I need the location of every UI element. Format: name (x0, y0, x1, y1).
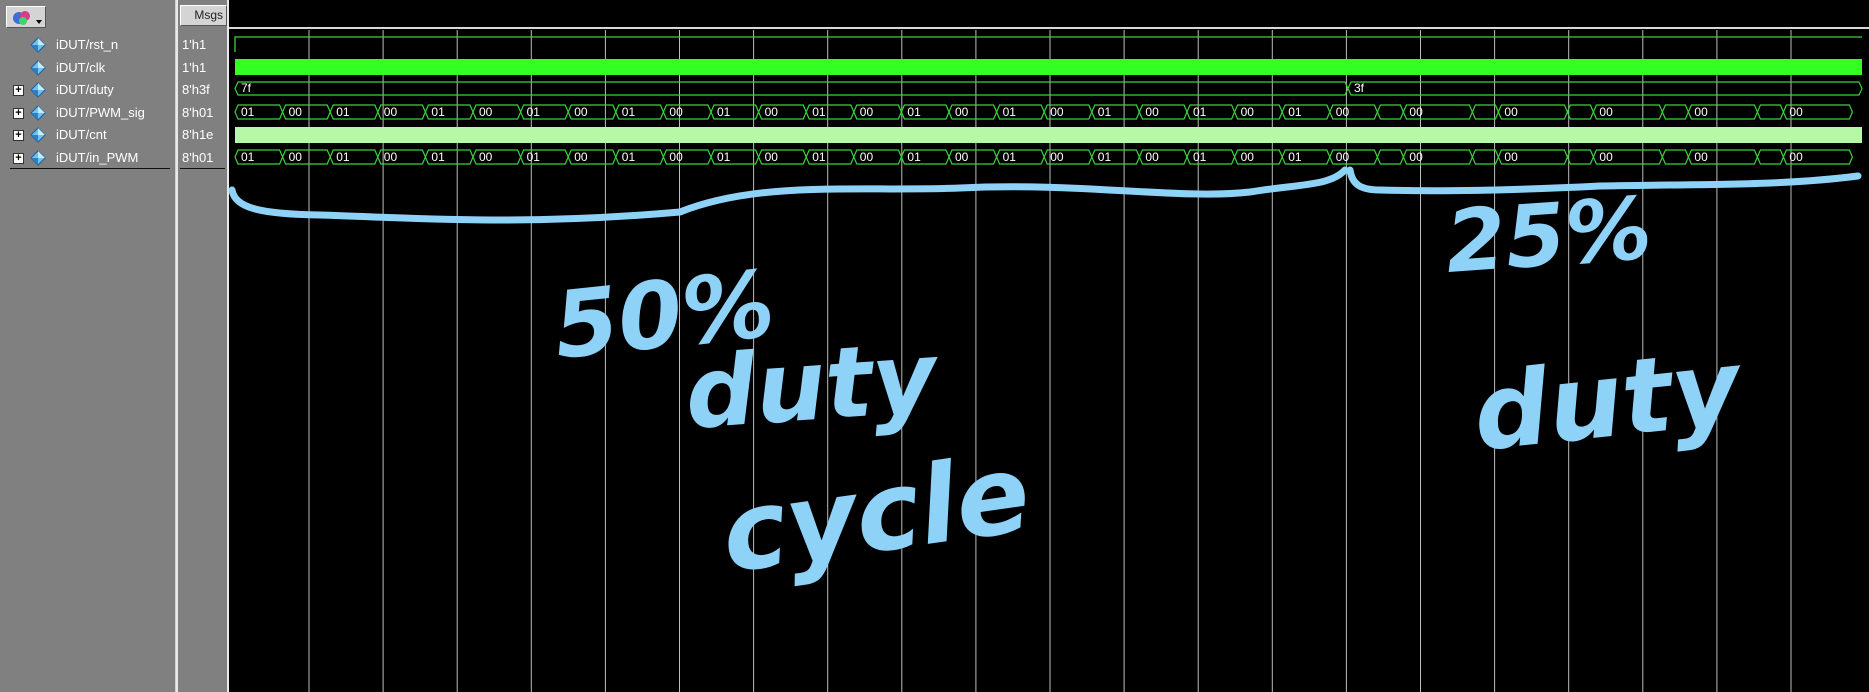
annotation-25-percent: 25% (1442, 179, 1654, 293)
annotation-duty-left: duty (682, 320, 944, 451)
annotation-duty-right: duty (1468, 325, 1749, 475)
brace-left (228, 166, 1349, 224)
annotation-cycle: cycle (714, 431, 1037, 598)
handwritten-annotations: 50%dutycycle25%duty (228, 166, 1862, 598)
